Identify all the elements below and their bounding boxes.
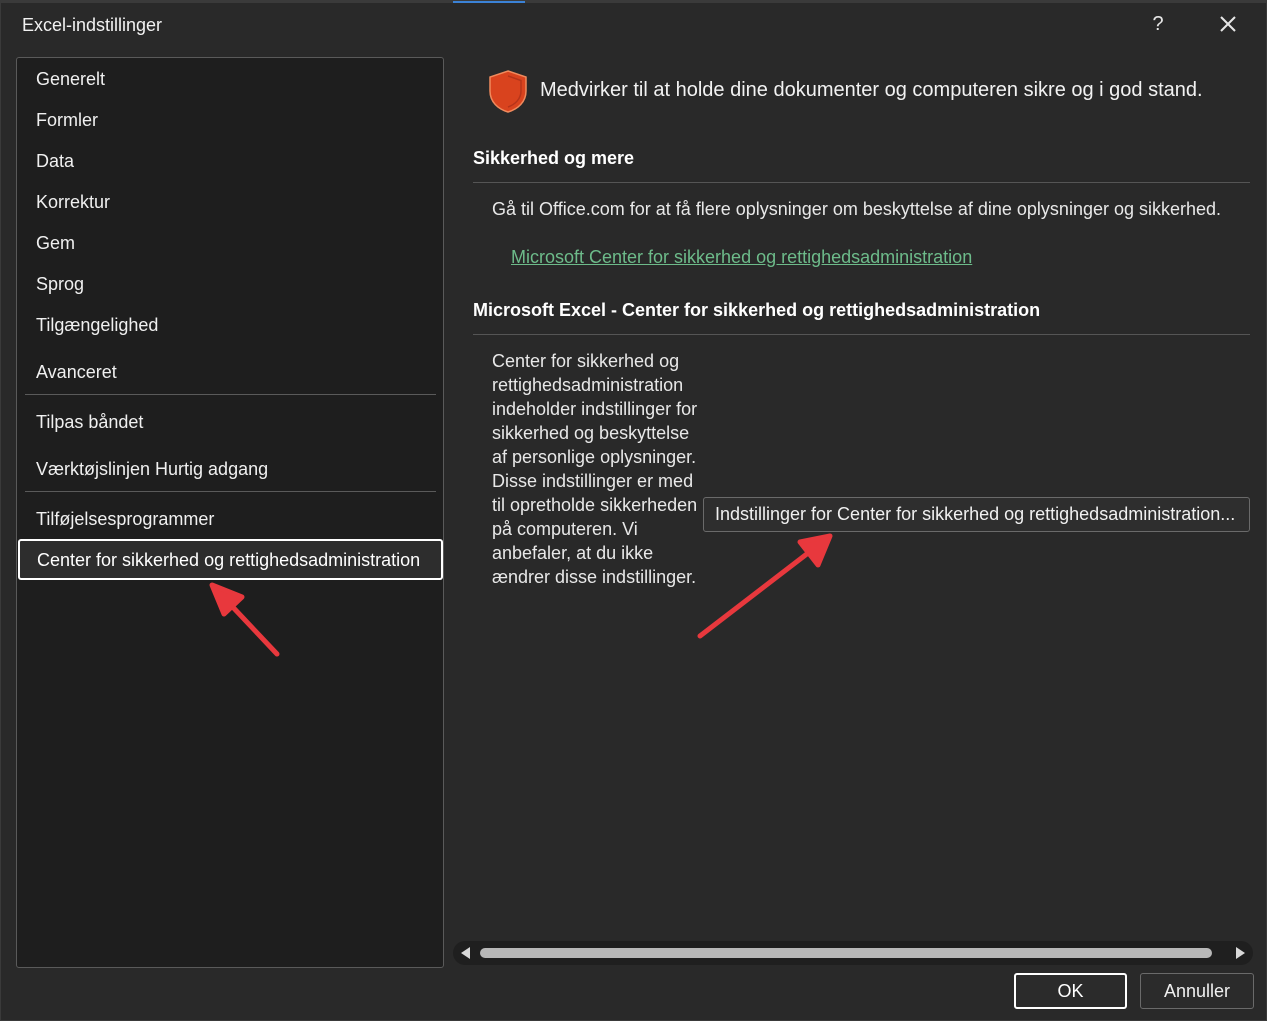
category-sidebar: Generelt Formler Data Korrektur Gem Spro… (16, 57, 444, 968)
shield-icon (489, 70, 527, 113)
sidebar-item-generelt[interactable]: Generelt (36, 69, 105, 90)
scroll-left-icon[interactable] (461, 947, 470, 959)
trust-center-description: Center for sikkerhed og rettighedsadmini… (492, 351, 698, 587)
section-divider (473, 334, 1250, 335)
focus-accent (453, 1, 525, 3)
scroll-right-icon[interactable] (1236, 947, 1245, 959)
top-border (1, 1, 1266, 3)
security-info-text: Gå til Office.com for at få flere oplysn… (492, 199, 1222, 219)
close-icon (1220, 16, 1236, 32)
sidebar-item-tilgaengelighed[interactable]: Tilgængelighed (36, 315, 158, 336)
dialog-title: Excel-indstillinger (22, 15, 163, 35)
horizontal-scrollbar[interactable] (453, 941, 1253, 965)
scrollbar-thumb[interactable] (480, 948, 1212, 958)
header-description: Medvirker til at holde dine dokumenter o… (540, 79, 1203, 101)
main-panel: Medvirker til at holde dine dokumenter o… (471, 57, 1251, 947)
close-button[interactable] (1212, 9, 1244, 39)
section-title-security: Sikkerhed og mere (473, 148, 635, 168)
trust-center-settings-button[interactable]: Indstillinger for Center for sikkerhed o… (703, 497, 1250, 532)
section-title-trust-center: Microsoft Excel - Center for sikkerhed o… (473, 300, 1041, 320)
sidebar-item-sprog[interactable]: Sprog (36, 274, 84, 295)
cancel-button[interactable]: Annuller (1140, 973, 1254, 1009)
options-dialog: Excel-indstillinger ? Generelt Formler D… (0, 0, 1267, 1021)
sidebar-item-hurtig-adgang[interactable]: Værktøjslinjen Hurtig adgang (36, 459, 268, 480)
sidebar-divider (25, 394, 436, 395)
sidebar-item-gem[interactable]: Gem (36, 233, 75, 254)
sidebar-divider (25, 491, 436, 492)
help-button[interactable]: ? (1143, 9, 1173, 39)
section-divider (473, 182, 1250, 183)
sidebar-item-data[interactable]: Data (36, 151, 74, 172)
sidebar-item-formler[interactable]: Formler (36, 110, 98, 131)
sidebar-item-korrektur[interactable]: Korrektur (36, 192, 110, 213)
ok-button[interactable]: OK (1014, 973, 1127, 1009)
sidebar-item-tilpas-baandet[interactable]: Tilpas båndet (36, 412, 143, 433)
sidebar-item-tilfoejelser[interactable]: Tilføjelsesprogrammer (36, 509, 214, 530)
sidebar-item-avanceret[interactable]: Avanceret (36, 362, 117, 383)
trust-center-link[interactable]: Microsoft Center for sikkerhed og rettig… (511, 247, 972, 268)
sidebar-item-trust-center[interactable]: Center for sikkerhed og rettighedsadmini… (18, 539, 443, 580)
sidebar-item-label: Center for sikkerhed og rettighedsadmini… (37, 550, 421, 570)
